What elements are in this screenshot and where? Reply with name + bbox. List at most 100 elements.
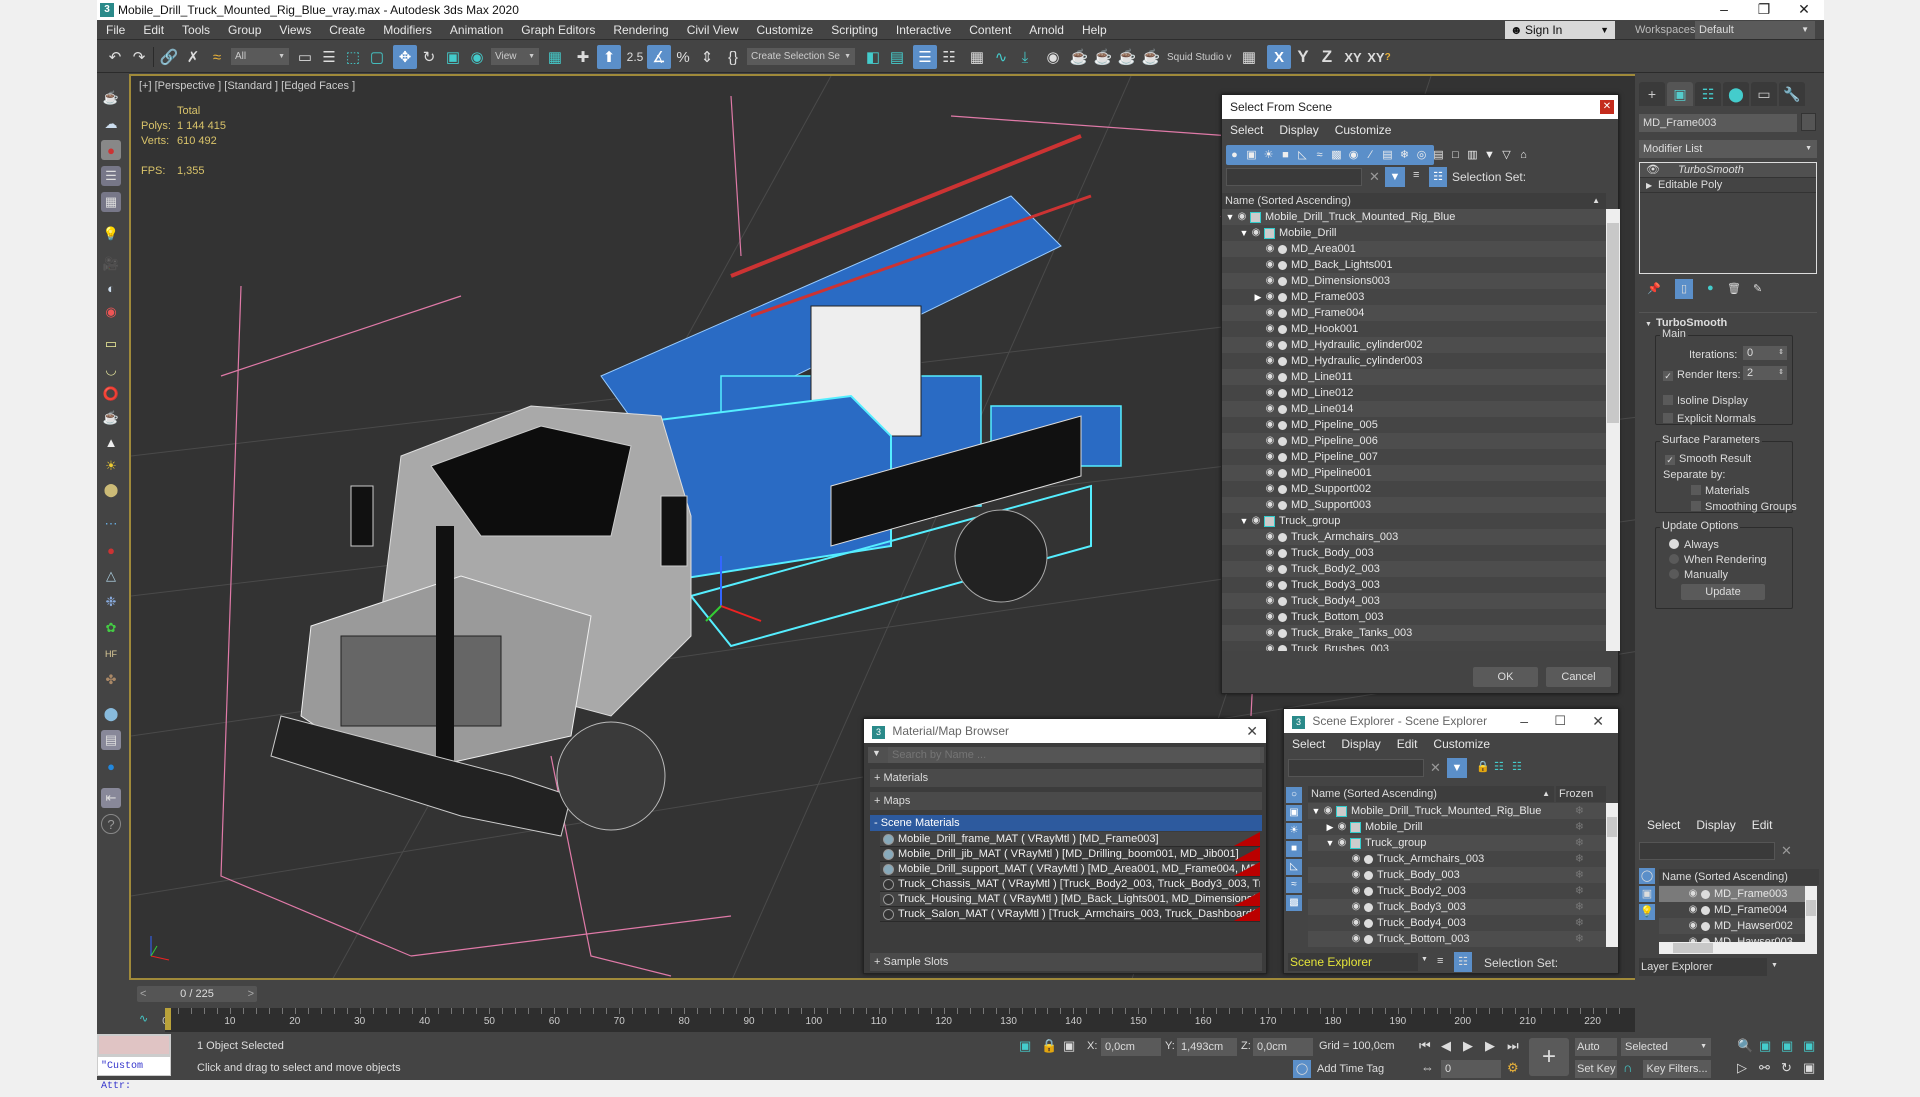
layer-explorer-name-field[interactable]: Layer Explorer <box>1639 958 1767 976</box>
redo-icon[interactable]: ↷ <box>127 45 151 69</box>
scrollbar-thumb[interactable] <box>1607 817 1617 837</box>
tree-row[interactable]: ▼ ◉ Mobile_Drill <box>1222 225 1606 241</box>
space-warps-filter-icon[interactable]: ≈ <box>1311 145 1328 165</box>
chevron-down-icon[interactable]: ▼ <box>1421 956 1428 963</box>
visibility-eye-icon[interactable]: ◉ <box>1264 241 1276 257</box>
time-slider-handle[interactable] <box>165 1008 171 1030</box>
tree-row[interactable]: ◉ MD_Pipeline_005 <box>1222 417 1606 433</box>
iterations-spinner[interactable]: 0 ⇕ <box>1743 346 1787 360</box>
percent-snap-icon[interactable]: % <box>671 45 695 69</box>
layers-icon[interactable]: ≡ <box>1413 169 1419 181</box>
visibility-eye-icon[interactable]: ◉ <box>1264 529 1276 545</box>
expand-arrow-icon[interactable]: ▶ <box>1252 289 1264 305</box>
menu-display[interactable]: Display <box>1271 123 1326 137</box>
name-column-header[interactable]: Name (Sorted Ascending) <box>1659 869 1819 885</box>
material-item[interactable]: Truck_Housing_MAT ( VRayMtl ) [MD_Back_L… <box>880 892 1260 907</box>
close-icon[interactable]: ✕ <box>1592 709 1604 733</box>
key-mode-dropdown[interactable]: Selected ▼ <box>1621 1038 1711 1056</box>
visibility-eye-icon[interactable]: ◉ <box>1264 449 1276 465</box>
reference-coordinate-dropdown[interactable]: View ▼ <box>491 48 539 65</box>
vertical-scrollbar[interactable] <box>1805 886 1817 942</box>
visibility-eye-icon[interactable]: ◉ <box>1250 225 1262 241</box>
hierarchy-icon[interactable]: ☷ <box>1454 952 1472 972</box>
z-coordinate-field[interactable]: 0,0cm <box>1253 1038 1313 1056</box>
close-icon[interactable]: ✕ <box>1246 719 1258 743</box>
set-key-big-button[interactable]: + <box>1529 1038 1569 1076</box>
invert-selection-icon[interactable]: ▥ <box>1464 145 1481 165</box>
clear-search-icon[interactable]: ✕ <box>1430 760 1441 776</box>
frozen-icon[interactable]: ❄ <box>1575 819 1584 835</box>
layer-row[interactable]: ◉ MD_Hawser003 <box>1659 934 1805 942</box>
manipulate-icon[interactable]: ✚ <box>571 45 595 69</box>
menu-display[interactable]: Display <box>1688 818 1743 832</box>
modifier-list-dropdown[interactable]: Modifier List ▼ <box>1639 140 1817 158</box>
collapse-arrow-icon[interactable]: ▼ <box>1310 803 1322 819</box>
visibility-eye-icon[interactable]: ◉ <box>1264 641 1276 651</box>
visibility-eye-icon[interactable]: ◉ <box>1687 886 1699 902</box>
name-column-header[interactable]: Name (Sorted Ascending) ▲ <box>1222 193 1606 209</box>
render-iters-checkbox[interactable]: ✓ Render Iters: <box>1663 369 1741 381</box>
sync-icon[interactable]: ⌂ <box>1515 145 1532 165</box>
visibility-eye-icon[interactable]: ◉ <box>1322 803 1334 819</box>
visibility-eye-icon[interactable]: ◉ <box>1264 433 1276 449</box>
explicit-normals-checkbox[interactable]: Explicit Normals <box>1663 413 1756 425</box>
video-camera-icon[interactable]: ◉ <box>101 302 121 322</box>
minimize-icon[interactable]: – <box>1520 709 1528 733</box>
ornatrix-icon[interactable]: ✤ <box>101 670 121 690</box>
proxy-icon[interactable]: △ <box>101 566 121 586</box>
workspaces-dropdown[interactable]: Default ▼ <box>1695 21 1815 39</box>
layers-icon[interactable]: ≡ <box>1437 955 1443 967</box>
add-time-tag-button[interactable]: Add Time Tag <box>1317 1063 1384 1075</box>
scrollbar-thumb[interactable] <box>1673 943 1713 953</box>
zoom-all-icon[interactable]: ▣ <box>1759 1038 1771 1054</box>
menu-edit[interactable]: Edit <box>1744 818 1781 832</box>
make-unique-icon[interactable]: ● <box>1707 282 1714 294</box>
frozen-icon[interactable]: ❄ <box>1575 899 1584 915</box>
schematic-view-icon[interactable]: ⤓ <box>1013 45 1037 69</box>
scene-explorer-toggle-icon[interactable]: ☰ <box>913 45 937 69</box>
menu-create[interactable]: Create <box>320 20 374 40</box>
light-lister-icon[interactable]: 💡 <box>101 224 121 244</box>
eye-icon[interactable]: 👁 <box>1646 163 1660 178</box>
go-to-start-icon[interactable]: ⏮ <box>1419 1038 1431 1054</box>
shapes-filter-icon[interactable]: ▣ <box>1243 145 1260 165</box>
render-in-cloud-icon[interactable]: ☕ <box>1139 45 1163 69</box>
smooth-result-checkbox[interactable]: ✓ Smooth Result <box>1665 453 1751 465</box>
maximize-icon[interactable]: ☐ <box>1554 709 1566 733</box>
render-setup-icon[interactable]: ☕ <box>1067 45 1091 69</box>
manually-radio[interactable]: Manually <box>1669 569 1728 581</box>
horizontal-scrollbar[interactable] <box>1659 942 1817 954</box>
visibility-eye-icon[interactable]: ◉ <box>1264 497 1276 513</box>
visibility-eye-icon[interactable]: ◉ <box>1264 417 1276 433</box>
shapes-filter-icon[interactable]: ▣ <box>1639 886 1655 902</box>
visibility-eye-icon[interactable]: ◉ <box>1350 867 1362 883</box>
tree-row[interactable]: ◉ Truck_Body_003 ❄ <box>1308 867 1606 883</box>
menu-arnold[interactable]: Arnold <box>1020 20 1073 40</box>
menu-select[interactable]: Select <box>1222 123 1271 137</box>
frozen-icon[interactable]: ❄ <box>1575 915 1584 931</box>
cameras-filter-icon[interactable]: ■ <box>1286 841 1302 857</box>
visibility-eye-icon[interactable]: ◉ <box>1336 835 1348 851</box>
menu-tools[interactable]: Tools <box>173 20 219 40</box>
frozen-icon[interactable]: ❄ <box>1575 883 1584 899</box>
menu-graph-editors[interactable]: Graph Editors <box>512 20 604 40</box>
menu-rendering[interactable]: Rendering <box>604 20 677 40</box>
tree-row[interactable]: ◉ Truck_Bottom_003 ❄ <box>1308 931 1606 947</box>
explorer-name-field[interactable]: Scene Explorer <box>1288 953 1418 971</box>
cameras-filter-icon[interactable]: ■ <box>1277 145 1294 165</box>
menu-edit[interactable]: Edit <box>134 20 173 40</box>
tree-row[interactable]: ▶ ◉ MD_Frame003 <box>1222 289 1606 305</box>
tree-row[interactable]: ◉ MD_Pipeline001 <box>1222 465 1606 481</box>
teapot-icon[interactable]: ☕ <box>101 88 121 108</box>
next-frame-icon[interactable]: ▶ <box>1485 1038 1495 1054</box>
frozen-icon[interactable]: ❄ <box>1575 803 1584 819</box>
hierarchy-icon[interactable]: ☷ <box>1429 167 1447 187</box>
grass-icon[interactable]: ✿ <box>101 618 121 638</box>
filter-settings-icon[interactable]: ▼ <box>1481 145 1498 165</box>
window-crossing-icon[interactable]: ▢ <box>365 45 389 69</box>
render-production-icon[interactable]: ☕ <box>1115 45 1139 69</box>
zoom-extents-icon[interactable]: ▣ <box>1781 1038 1793 1054</box>
menu-select[interactable]: Select <box>1284 737 1333 751</box>
scrollbar-thumb[interactable] <box>1607 223 1619 423</box>
when-rendering-radio[interactable]: When Rendering <box>1669 554 1767 566</box>
